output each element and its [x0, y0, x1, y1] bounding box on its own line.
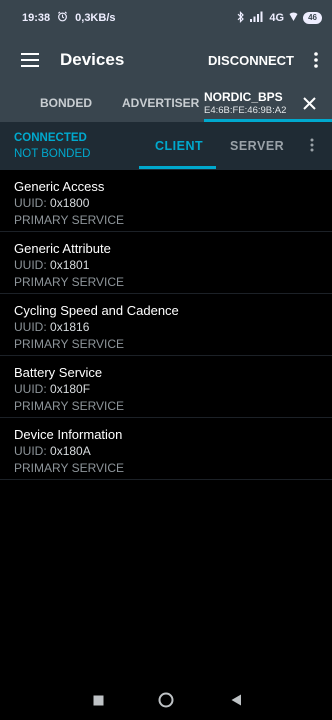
tab-bonded[interactable]: BONDED: [40, 84, 92, 122]
service-item[interactable]: Cycling Speed and Cadence UUID: 0x1816 P…: [0, 294, 332, 356]
service-name: Generic Attribute: [14, 241, 111, 256]
connection-bar: CONNECTED NOT BONDED CLIENT SERVER: [0, 122, 332, 170]
bluetooth-icon: [237, 10, 245, 26]
tab-device[interactable]: NORDIC_BPS E4:6B:FE:46:9B:A2: [204, 84, 332, 122]
tab-client[interactable]: CLIENT: [155, 122, 203, 170]
signal-icon: [250, 11, 264, 25]
client-tab-indicator: [139, 166, 216, 169]
service-uuid: 0x1801: [50, 258, 90, 272]
uuid-label: UUID:: [14, 320, 47, 334]
back-button[interactable]: [226, 690, 246, 710]
connection-menu-button[interactable]: [310, 138, 314, 157]
service-type: PRIMARY SERVICE: [14, 461, 125, 475]
bond-state: NOT BONDED: [14, 148, 91, 160]
service-item[interactable]: Generic Attribute UUID: 0x1801 PRIMARY S…: [0, 232, 332, 294]
back-triangle-icon: [231, 694, 241, 706]
hamburger-icon: [21, 53, 39, 67]
device-tabs: BONDED ADVERTISER NORDIC_BPS E4:6B:FE:46…: [0, 84, 332, 122]
tab-advertiser[interactable]: ADVERTISER: [122, 84, 199, 122]
square-icon: [93, 695, 103, 705]
service-uuid-row: UUID: 0x180F: [14, 381, 332, 398]
more-vertical-icon: [314, 52, 318, 68]
service-list: Generic Access UUID: 0x1800 PRIMARY SERV…: [0, 170, 332, 480]
service-name: Device Information: [14, 427, 123, 442]
tab-server[interactable]: SERVER: [230, 122, 284, 170]
menu-button[interactable]: [0, 53, 60, 67]
service-item[interactable]: Device Information UUID: 0x180A PRIMARY …: [0, 418, 332, 480]
service-type: PRIMARY SERVICE: [14, 275, 125, 289]
status-time: 19:38: [22, 12, 51, 24]
device-address: E4:6B:FE:46:9B:A2: [204, 105, 287, 116]
home-circle-icon: [158, 692, 174, 708]
uuid-label: UUID:: [14, 444, 47, 458]
disconnect-button[interactable]: DISCONNECT: [208, 53, 294, 68]
service-uuid: 0x1800: [50, 196, 90, 210]
app-bar: Devices DISCONNECT: [0, 36, 332, 84]
network-type: 4G: [269, 12, 285, 24]
service-type: PRIMARY SERVICE: [14, 399, 125, 413]
connection-state: CONNECTED: [14, 132, 87, 144]
page-title: Devices: [60, 50, 125, 69]
service-uuid: 0x180F: [50, 382, 91, 396]
home-button[interactable]: [156, 690, 176, 710]
network-speed: 0,3KB/s: [75, 12, 116, 24]
device-name: NORDIC_BPS: [204, 90, 283, 104]
service-uuid-row: UUID: 0x1816: [14, 319, 332, 336]
uuid-label: UUID:: [14, 382, 47, 396]
service-uuid-row: UUID: 0x1800: [14, 195, 332, 212]
service-item[interactable]: Battery Service UUID: 0x180F PRIMARY SER…: [0, 356, 332, 418]
service-uuid: 0x180A: [50, 444, 91, 458]
wifi-signal-icon: [289, 11, 298, 25]
service-uuid-row: UUID: 0x180A: [14, 443, 332, 460]
service-uuid: 0x1816: [50, 320, 90, 334]
service-name: Generic Access: [14, 179, 105, 194]
connection-status: CONNECTED NOT BONDED: [14, 130, 90, 162]
uuid-label: UUID:: [14, 258, 47, 272]
service-uuid-row: UUID: 0x1801: [14, 257, 332, 274]
service-type: PRIMARY SERVICE: [14, 337, 125, 351]
overflow-menu-button[interactable]: [304, 52, 328, 68]
service-type: PRIMARY SERVICE: [14, 213, 125, 227]
service-item[interactable]: Generic Access UUID: 0x1800 PRIMARY SERV…: [0, 170, 332, 232]
alarm-icon: [57, 11, 68, 25]
more-vertical-icon: [310, 138, 314, 152]
system-nav-bar: [0, 680, 332, 720]
close-icon: [302, 96, 316, 110]
service-name: Battery Service: [14, 365, 103, 380]
service-name: Cycling Speed and Cadence: [14, 303, 179, 318]
uuid-label: UUID:: [14, 196, 47, 210]
close-device-button[interactable]: [298, 92, 320, 114]
status-bar: 19:38 0,3KB/s 4G 46: [0, 0, 332, 36]
battery-indicator: 46: [303, 12, 322, 24]
recents-button[interactable]: [88, 690, 108, 710]
